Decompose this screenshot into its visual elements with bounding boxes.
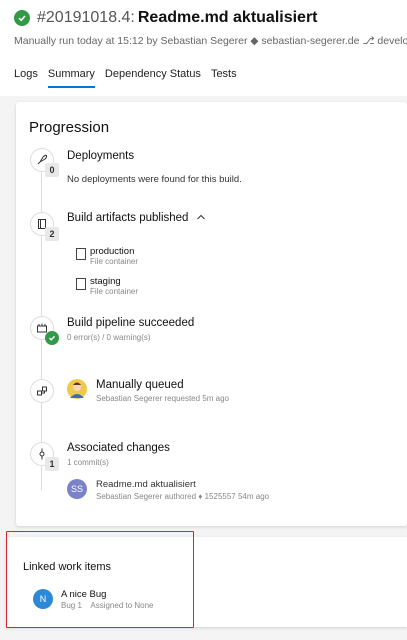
deployments-node: 0 [30,148,59,177]
changes-count-badge: 1 [45,457,59,471]
artifact-type: File container [90,287,139,296]
deployments-text: No deployments were found for this build… [67,174,242,185]
highlight-box [6,531,194,628]
commit-avatar: SS [67,479,87,499]
chevron-up-icon[interactable] [196,213,206,221]
deployments-count-badge: 0 [45,163,59,177]
artifacts-node: 2 [30,212,59,241]
queued-title: Manually queued [96,379,184,391]
artifact-name[interactable]: staging [90,276,121,287]
queue-icon [37,386,47,396]
artifacts-title[interactable]: Build artifacts published [67,212,206,224]
file-container-icon [76,278,86,290]
deployments-title: Deployments [67,150,135,162]
linked-work-items-title: Linked work items [23,561,112,573]
progression-card: Progression 0 Deployments No deployments… [16,102,407,526]
success-check-icon [14,10,30,26]
changes-title: Associated changes [67,442,170,454]
commit-message[interactable]: Readme.md aktualisiert [96,479,196,490]
build-header: #20191018.4: Readme.md aktualisiert Manu… [0,0,407,96]
pipeline-meta: 0 error(s) / 0 warning(s) [67,333,151,342]
work-item-title[interactable]: A nice Bug [61,589,106,600]
file-container-icon [76,248,86,260]
tab-bar: Logs Summary Dependency Status Tests [14,68,247,88]
tab-tests[interactable]: Tests [211,68,237,88]
tab-summary[interactable]: Summary [47,68,95,88]
queued-node [30,379,54,403]
progression-title: Progression [29,119,110,136]
queued-meta: Sebastian Segerer requested 5m ago [96,394,229,403]
artifact-name[interactable]: production [90,246,134,257]
pipeline-title: Build pipeline succeeded [67,317,195,329]
success-check-icon [45,331,59,345]
artifact-type: File container [90,257,139,266]
user-avatar [67,379,87,399]
artifacts-title-text: Build artifacts published [67,212,189,224]
artifacts-count-badge: 2 [45,227,59,241]
commit-meta: Sebastian Segerer authored ♦ 1525557 54m… [96,492,270,501]
run-title: Readme.md aktualisiert [137,9,318,26]
work-item-avatar: N [33,589,53,609]
run-id: #20191018.4: [37,9,135,26]
pipeline-node [30,316,59,345]
changes-meta: 1 commit(s) [67,458,109,467]
tab-logs[interactable]: Logs [14,68,38,88]
changes-node: 1 [30,442,59,471]
title-row: #20191018.4: Readme.md aktualisiert [14,9,318,27]
work-item-meta: Bug 1 Assigned to None [61,601,154,610]
run-subtitle: Manually run today at 15:12 by Sebastian… [14,35,407,47]
tab-dependency-status[interactable]: Dependency Status [105,68,201,88]
